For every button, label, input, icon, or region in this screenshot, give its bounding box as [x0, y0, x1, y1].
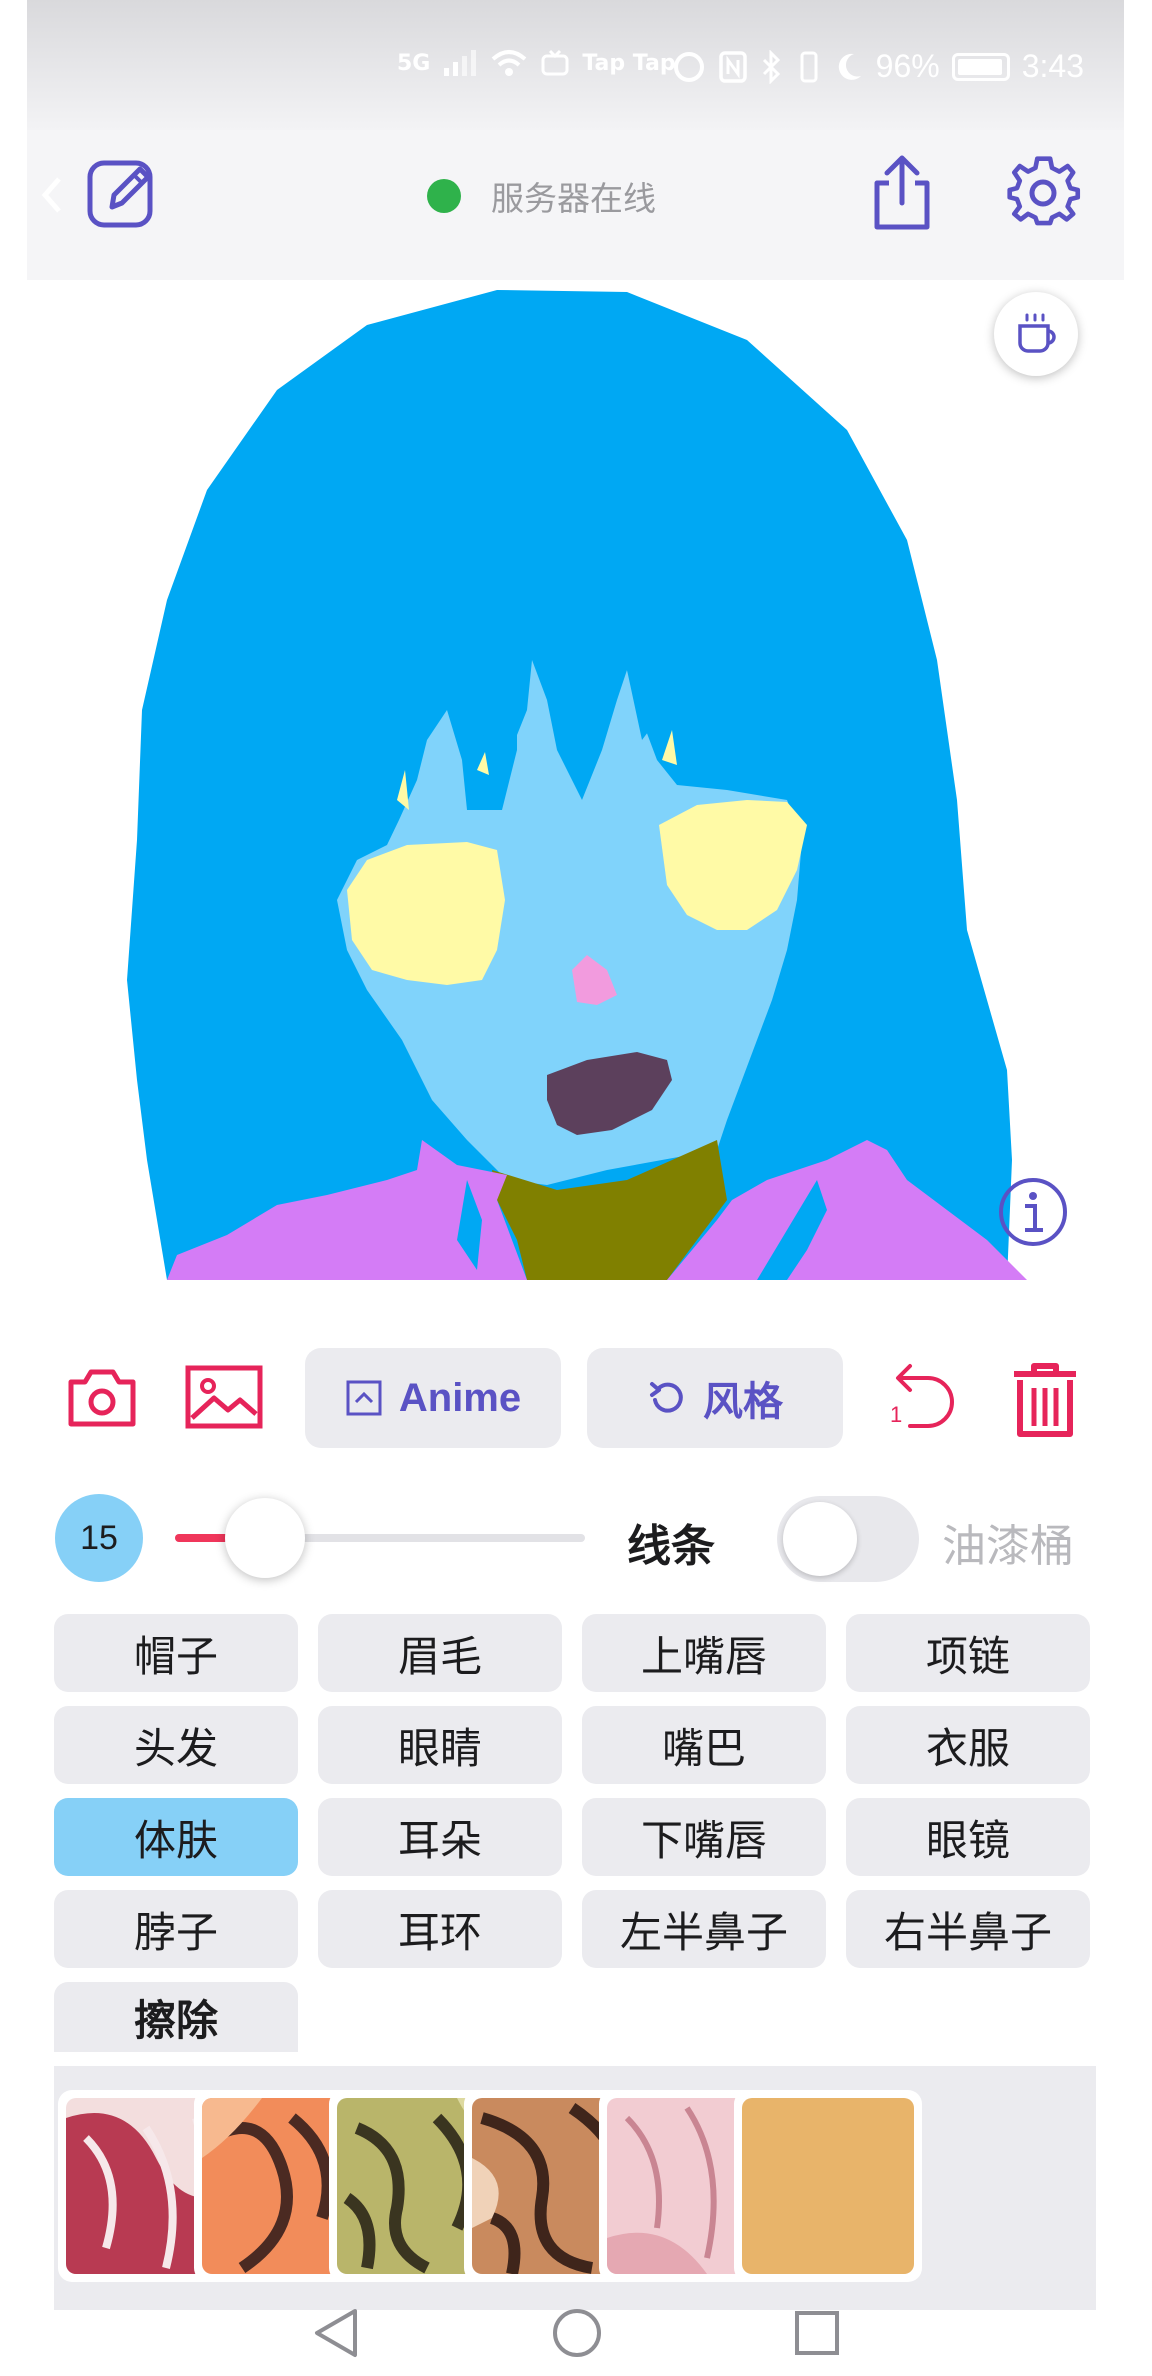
wifi-icon	[492, 50, 527, 76]
settings-gear-icon[interactable]	[999, 148, 1089, 238]
nav-home-icon[interactable]	[551, 2307, 603, 2359]
clock-time: 3:43	[1021, 48, 1084, 84]
undo-icon	[896, 1364, 954, 1428]
signal-icon	[444, 50, 477, 76]
part-option[interactable]: 帽子	[54, 1614, 298, 1692]
part-option[interactable]: 脖子	[54, 1890, 298, 1968]
texture-swatch[interactable]	[734, 2090, 922, 2282]
bluetooth-icon	[762, 49, 780, 84]
battery-icon	[951, 52, 1010, 81]
nfc-icon	[718, 50, 747, 83]
gallery-image-icon[interactable]	[179, 1352, 269, 1442]
coffee-cup-button[interactable]	[994, 292, 1078, 376]
part-option[interactable]: 项链	[846, 1614, 1090, 1692]
status-bar: 5G Tap Tap 96% 3:43	[27, 0, 1124, 130]
texture-strip[interactable]	[54, 2066, 1096, 2310]
camera-icon[interactable]	[57, 1352, 147, 1442]
mode-bucket-label: 油漆桶	[942, 1521, 1074, 1572]
style-button[interactable]: 风格	[587, 1348, 843, 1448]
fill-mode-toggle[interactable]	[777, 1496, 919, 1582]
part-option[interactable]: 眼睛	[318, 1706, 562, 1784]
coffee-cup-icon	[1018, 313, 1056, 353]
refresh-icon	[650, 1382, 683, 1413]
nav-back-icon[interactable]	[311, 2307, 361, 2359]
system-nav-bar	[27, 2290, 1124, 2376]
brush-size-slider-thumb[interactable]	[225, 1498, 306, 1578]
info-icon[interactable]	[997, 1176, 1069, 1248]
data-saver-icon	[673, 51, 704, 82]
tv-icon	[541, 49, 569, 76]
drawing-canvas[interactable]	[27, 280, 1124, 1300]
image-upload-icon	[346, 1380, 382, 1416]
nav-recents-icon[interactable]	[793, 2309, 841, 2357]
part-option[interactable]: 衣服	[846, 1706, 1090, 1784]
phone-screen: 5G Tap Tap 96% 3:43 服务器在线 Anime 风格 1 15 …	[27, 0, 1124, 2376]
part-option[interactable]: 眉毛	[318, 1614, 562, 1692]
vibrate-icon	[800, 51, 818, 82]
network-label: 5G	[397, 50, 431, 76]
part-option[interactable]: 下嘴唇	[582, 1798, 826, 1876]
battery-percent: 96%	[875, 48, 940, 84]
status-right: 96% 3:43	[672, 48, 1084, 85]
server-status: 服务器在线	[427, 172, 656, 220]
part-option[interactable]: 头发	[54, 1706, 298, 1784]
app-notification-label: Tap Tap	[582, 50, 676, 76]
fill-mode-toggle-knob	[783, 1502, 857, 1576]
part-option[interactable]: 上嘴唇	[582, 1614, 826, 1692]
status-left: 5G Tap Tap	[397, 48, 676, 78]
brush-size-slider[interactable]	[175, 1498, 585, 1578]
part-option[interactable]: 眼镜	[846, 1798, 1090, 1876]
brush-size-badge: 15	[55, 1494, 143, 1582]
undo-count: 1	[890, 1402, 903, 1427]
tool-row: Anime 风格 1	[27, 1340, 1124, 1450]
left-eye-region	[347, 842, 505, 985]
segmentation-drawing[interactable]	[27, 280, 1124, 1300]
anime-button-label: Anime	[398, 1375, 522, 1420]
server-status-label: 服务器在线	[491, 179, 656, 218]
online-dot	[427, 179, 461, 213]
part-option[interactable]: 耳朵	[318, 1798, 562, 1876]
anime-button[interactable]: Anime	[305, 1348, 561, 1448]
edit-icon[interactable]	[77, 148, 167, 238]
style-button-label: 风格	[703, 1379, 783, 1425]
trash-icon[interactable]	[995, 1350, 1095, 1450]
part-option[interactable]: 嘴巴	[582, 1706, 826, 1784]
brush-settings-row: 15 线条 油漆桶	[27, 1490, 1124, 1586]
part-option[interactable]: 耳环	[318, 1890, 562, 1968]
part-option[interactable]: 右半鼻子	[846, 1890, 1090, 1968]
undo-button[interactable]: 1	[872, 1350, 972, 1450]
part-option[interactable]: 体肤	[54, 1798, 298, 1876]
app-header: 服务器在线	[27, 130, 1124, 280]
moon-icon	[838, 53, 861, 80]
back-edge-icon[interactable]	[37, 160, 67, 230]
share-icon[interactable]	[857, 148, 947, 238]
erase-button[interactable]: 擦除	[54, 1982, 298, 2052]
part-option[interactable]: 左半鼻子	[582, 1890, 826, 1968]
mode-lines-label: 线条	[627, 1521, 715, 1572]
